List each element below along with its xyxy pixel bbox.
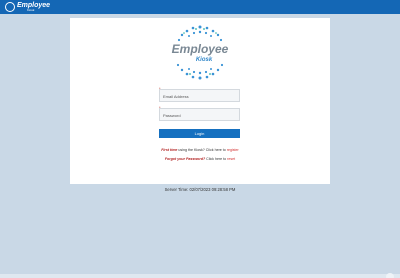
bottom-strip — [0, 274, 400, 278]
register-link[interactable]: register — [227, 148, 239, 152]
employee-kiosk-logo: Employee Kiosk — [166, 24, 234, 80]
first-time-help: First time using the Kiosk? Click here t… — [70, 148, 330, 152]
email-field[interactable]: Email Address — [159, 89, 240, 102]
first-time-text: using the Kiosk? Click here to — [177, 148, 227, 152]
password-field[interactable]: Password — [159, 108, 240, 121]
brand-logo[interactable]: Employee Kiosk — [5, 2, 50, 12]
top-navbar: Employee Kiosk — [0, 0, 400, 14]
forgot-password-help: Forgot your Password? Click here to rese… — [70, 157, 330, 161]
kiosk-logo-icon — [5, 2, 15, 12]
corner-indicator — [386, 273, 394, 278]
login-button[interactable]: Login — [159, 129, 240, 138]
server-time: Server Time: 02/07/2023 09:28:58 PM — [164, 187, 236, 192]
reset-link[interactable]: reset — [227, 157, 235, 161]
logo-title: Employee — [171, 42, 229, 56]
forgot-text: Click here to — [205, 157, 228, 161]
forgot-bold: Forgot your Password? — [164, 157, 206, 161]
first-time-bold: First time — [161, 148, 178, 152]
logo-subtitle: Kiosk — [195, 57, 213, 63]
brand-subtitle: Kiosk — [27, 8, 35, 12]
login-card: Employee Kiosk * Email Address * Passwor… — [70, 18, 330, 184]
